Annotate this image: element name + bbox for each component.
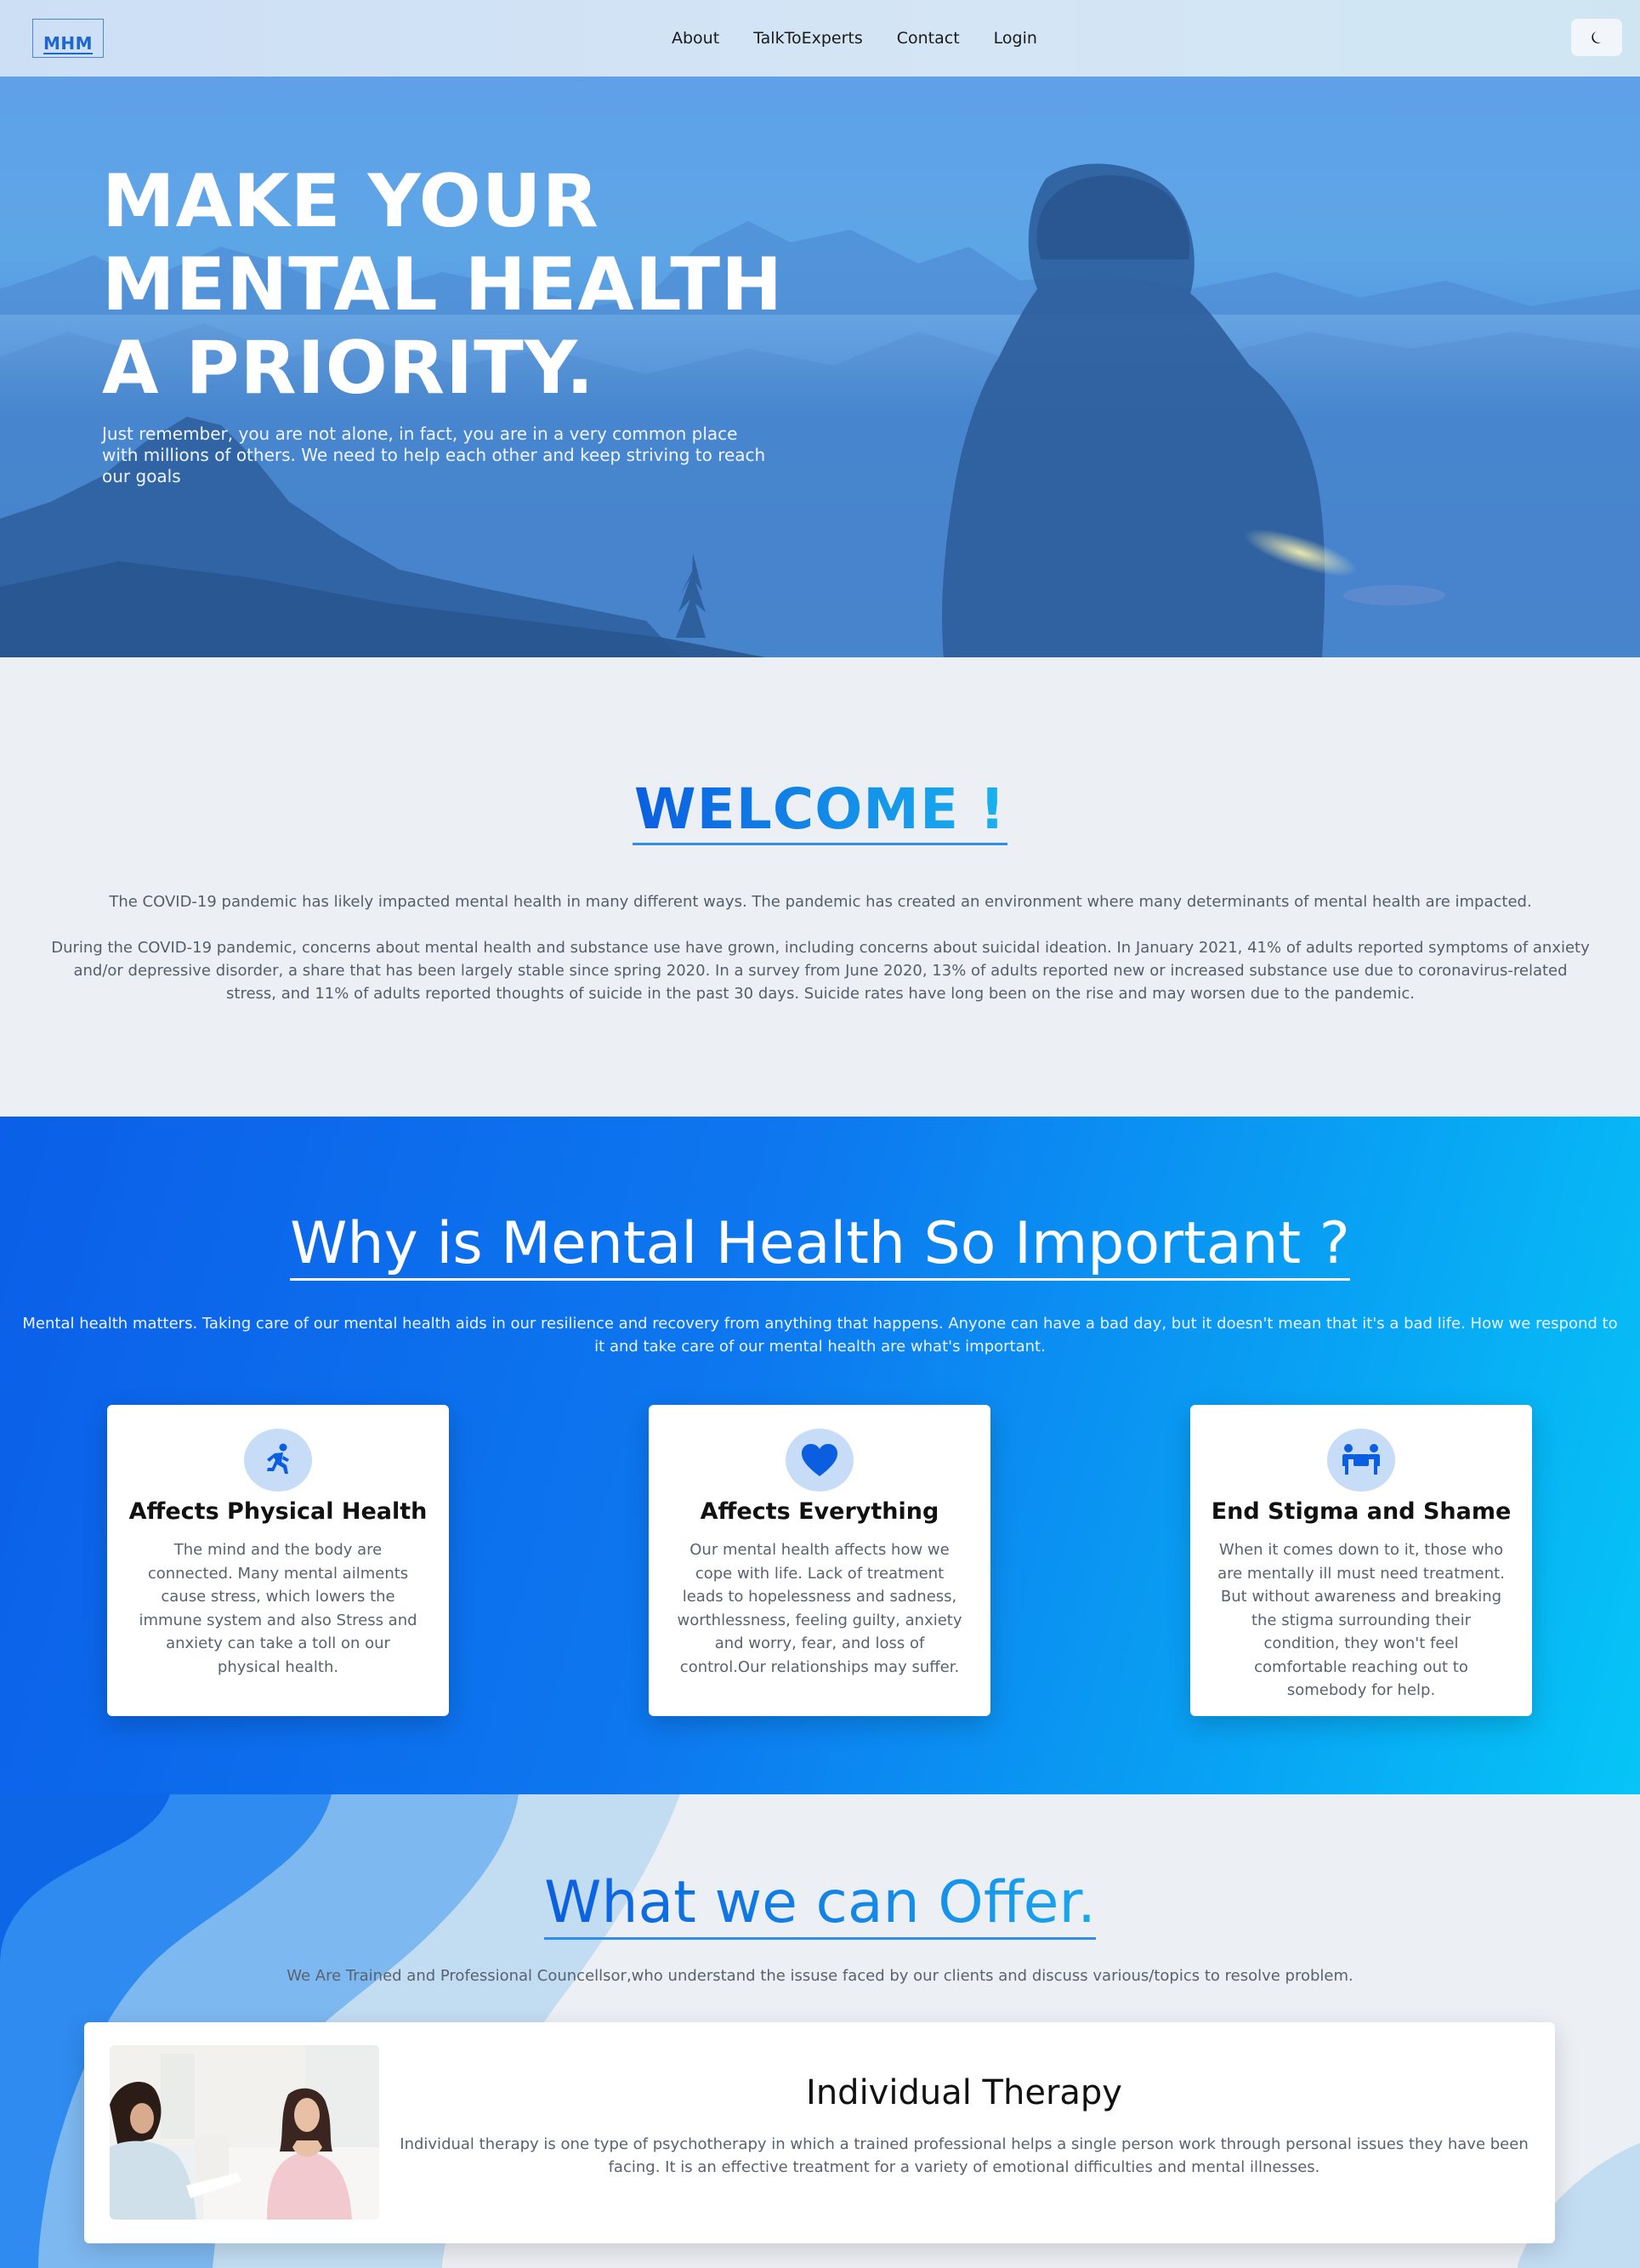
offer-heading: What we can Offer. bbox=[544, 1869, 1096, 1940]
people-holding-box-icon bbox=[1342, 1444, 1380, 1475]
card-affects-everything: Affects Everything Our mental health aff… bbox=[649, 1405, 990, 1716]
welcome-section: WELCOME ! The COVID-19 pandemic has like… bbox=[0, 657, 1640, 1117]
card-title: Affects Everything bbox=[700, 1498, 939, 1525]
hero-subtitle: Just remember, you are not alone, in fac… bbox=[102, 423, 766, 486]
why-section: Why is Mental Health So Important ? Ment… bbox=[0, 1117, 1640, 1794]
card-icon-circle bbox=[786, 1429, 854, 1492]
site-logo[interactable]: MHM bbox=[32, 19, 104, 58]
service-card-individual-therapy[interactable]: Individual Therapy Individual therapy is… bbox=[84, 2022, 1555, 2243]
why-lead-text: Mental health matters. Taking care of ou… bbox=[22, 1315, 1618, 1356]
moon-icon bbox=[1592, 31, 1602, 43]
welcome-heading-wrap: WELCOME ! bbox=[0, 776, 1640, 845]
card-affects-physical-health: Affects Physical Health The mind and the… bbox=[107, 1405, 449, 1716]
service-description: Individual therapy is one type of psycho… bbox=[400, 2135, 1529, 2176]
offer-section: What we can Offer. We Are Trained and Pr… bbox=[0, 1794, 1640, 2268]
theme-toggle-button[interactable] bbox=[1571, 19, 1622, 56]
card-icon-circle bbox=[244, 1429, 312, 1492]
nav-links: About TalkToExperts Contact Login bbox=[672, 0, 1037, 77]
card-end-stigma: End Stigma and Shame When it comes down … bbox=[1190, 1405, 1532, 1716]
therapy-session-image bbox=[110, 2045, 379, 2220]
service-title: Individual Therapy bbox=[806, 2073, 1122, 2112]
heart-icon bbox=[802, 1444, 837, 1476]
card-text: Our mental health affects how we cope wi… bbox=[677, 1541, 962, 1676]
card-title: End Stigma and Shame bbox=[1211, 1498, 1512, 1525]
welcome-paragraph-2: During the COVID-19 pandemic, concerns a… bbox=[51, 939, 1590, 1003]
welcome-heading: WELCOME ! bbox=[632, 776, 1008, 845]
hero-title-line-1: MAKE YOUR bbox=[102, 159, 599, 244]
top-navbar: MHM About TalkToExperts Contact Login bbox=[0, 0, 1640, 77]
hero-title: MAKE YOUR MENTAL HEALTH A PRIORITY. bbox=[102, 160, 867, 410]
welcome-paragraph-1: The COVID-19 pandemic has likely impacte… bbox=[109, 893, 1532, 911]
nav-link-about[interactable]: About bbox=[672, 29, 719, 48]
offer-lead-text: We Are Trained and Professional Councell… bbox=[287, 1967, 1353, 1985]
why-heading: Why is Mental Health So Important ? bbox=[290, 1210, 1350, 1281]
card-icon-circle bbox=[1327, 1429, 1395, 1492]
why-heading-wrap: Why is Mental Health So Important ? bbox=[0, 1210, 1640, 1281]
hero-title-line-3: A PRIORITY. bbox=[102, 326, 595, 411]
card-text: The mind and the body are connected. Man… bbox=[139, 1541, 417, 1676]
card-title: Affects Physical Health bbox=[128, 1498, 428, 1525]
logo-text: MHM bbox=[43, 33, 94, 54]
card-text: When it comes down to it, those who are … bbox=[1217, 1541, 1505, 1699]
hero-title-line-2: MENTAL HEALTH bbox=[102, 242, 784, 327]
nav-link-login[interactable]: Login bbox=[994, 29, 1037, 48]
hero-banner: MAKE YOUR MENTAL HEALTH A PRIORITY. Just… bbox=[0, 77, 1640, 657]
running-person-icon bbox=[267, 1443, 289, 1474]
nav-link-contact[interactable]: Contact bbox=[897, 29, 960, 48]
offer-heading-wrap: What we can Offer. bbox=[0, 1869, 1640, 1940]
nav-link-talktoexperts[interactable]: TalkToExperts bbox=[753, 29, 863, 48]
